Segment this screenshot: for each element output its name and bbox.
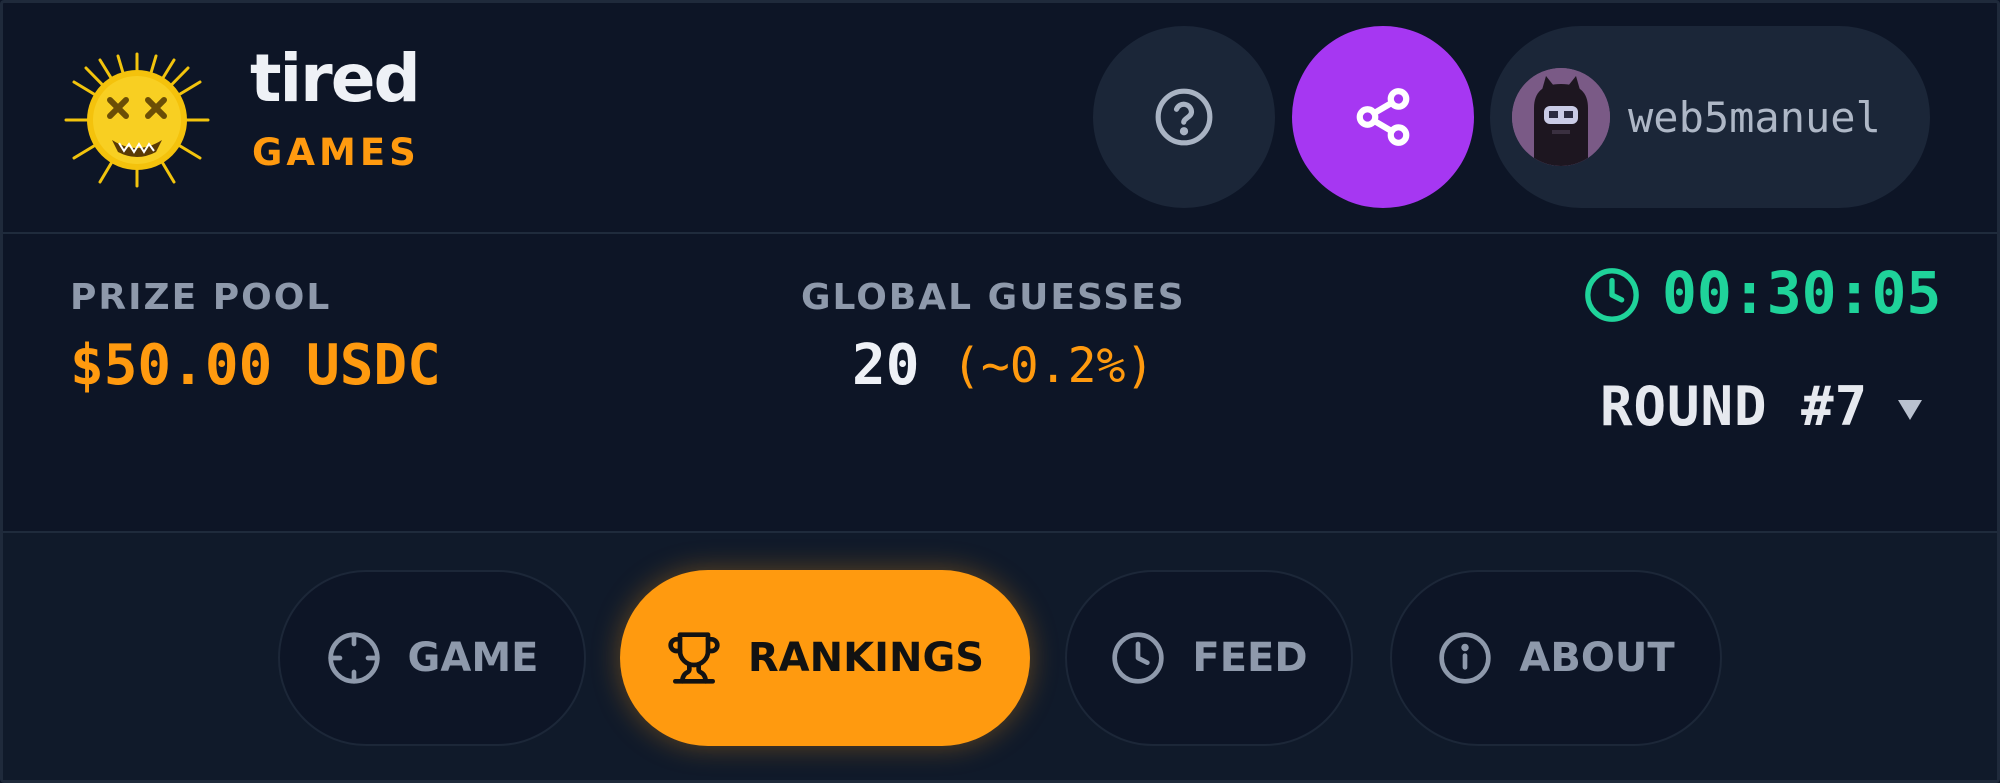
brand-name-bottom: GAMES bbox=[252, 131, 420, 174]
avatar-icon bbox=[1512, 68, 1610, 166]
tab-about[interactable]: ABOUT bbox=[1390, 570, 1722, 746]
global-guesses-percent: (~0.2%) bbox=[952, 338, 1155, 394]
header-divider bbox=[3, 232, 1997, 234]
tab-rankings[interactable]: RANKINGS bbox=[620, 570, 1030, 746]
spiky-creature-logo-icon[interactable] bbox=[64, 52, 210, 188]
tab-game-label: GAME bbox=[407, 635, 539, 681]
share-icon bbox=[1356, 88, 1410, 146]
trophy-icon bbox=[668, 632, 720, 684]
header: tired GAMES web5manuel bbox=[0, 0, 2000, 234]
brand-name-top: tired bbox=[250, 40, 421, 117]
caret-down-icon[interactable] bbox=[1896, 398, 1924, 422]
user-menu-button[interactable]: web5manuel bbox=[1490, 26, 1930, 208]
prize-pool-value: $50.00 USDC bbox=[70, 333, 441, 398]
tab-about-label: ABOUT bbox=[1519, 635, 1675, 681]
question-circle-icon bbox=[1155, 88, 1213, 146]
tab-feed[interactable]: FEED bbox=[1065, 570, 1353, 746]
round-timer: 00:30:05 bbox=[1662, 259, 1942, 327]
user-avatar bbox=[1512, 68, 1610, 166]
global-guesses-count: 20 bbox=[852, 333, 920, 398]
round-selector[interactable]: ROUND #7 bbox=[1600, 380, 1868, 434]
username: web5manuel bbox=[1628, 92, 1881, 142]
help-button[interactable] bbox=[1093, 26, 1275, 208]
crosshair-icon bbox=[327, 632, 380, 684]
prize-pool-label: PRIZE POOL bbox=[70, 277, 332, 318]
global-guesses-label: GLOBAL GUESSES bbox=[801, 277, 1186, 318]
tab-game[interactable]: GAME bbox=[278, 570, 586, 746]
tab-feed-label: FEED bbox=[1192, 635, 1308, 681]
share-button[interactable] bbox=[1292, 26, 1474, 208]
info-circle-icon bbox=[1439, 632, 1492, 684]
clock-icon bbox=[1112, 632, 1165, 684]
clock-icon bbox=[1585, 268, 1639, 322]
tab-rankings-label: RANKINGS bbox=[747, 635, 985, 681]
